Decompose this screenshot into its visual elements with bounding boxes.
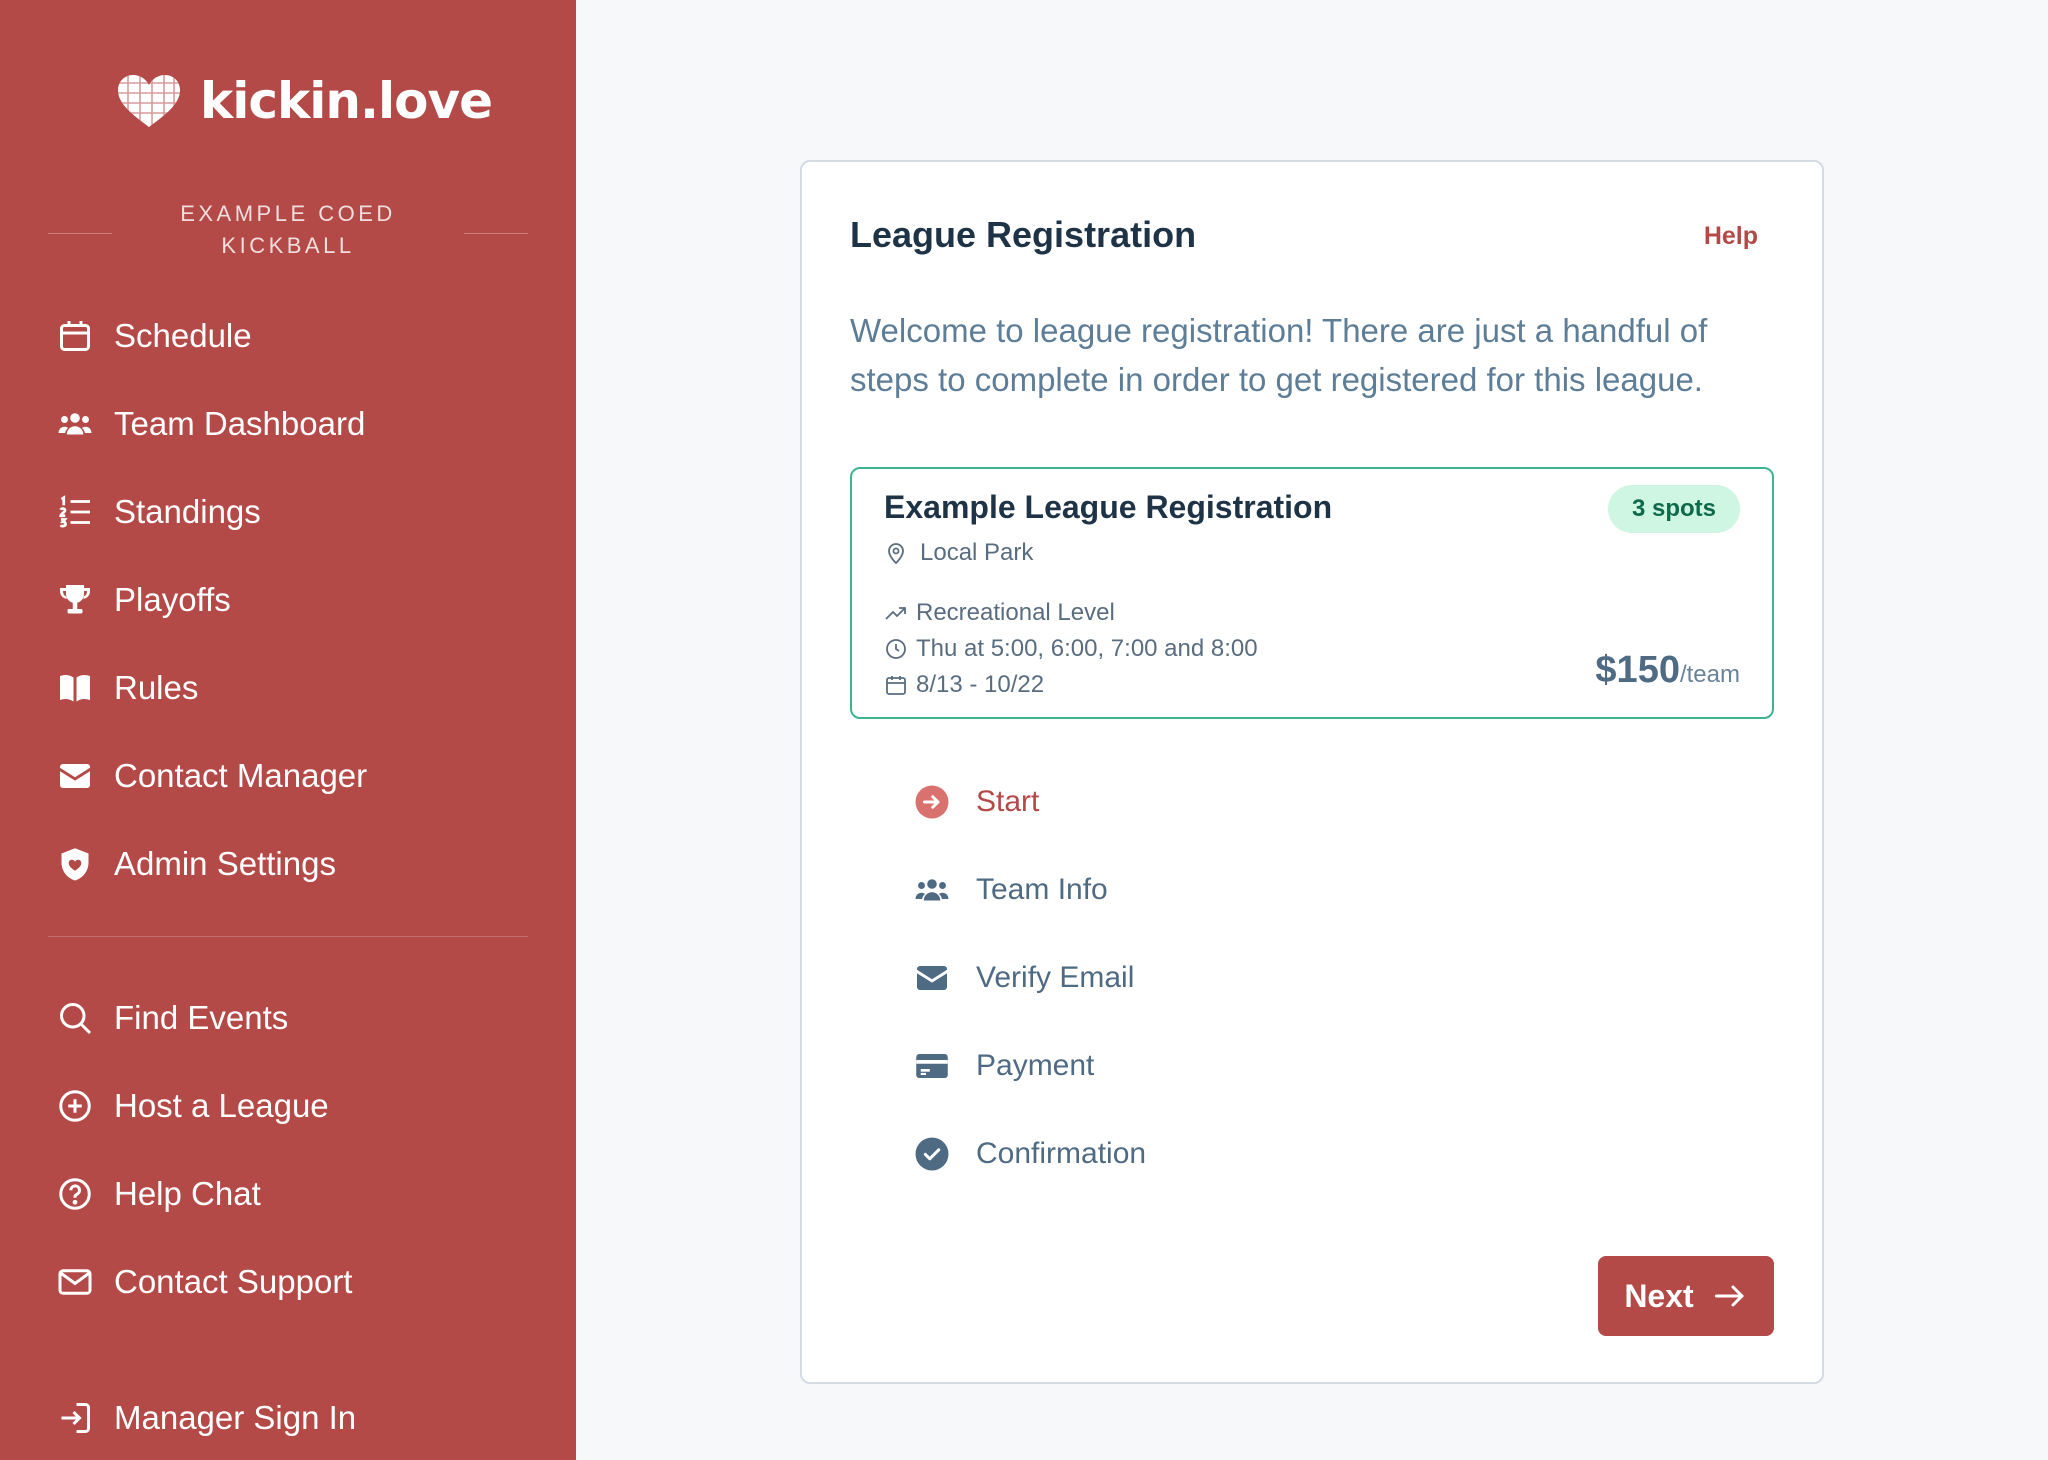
nav-label: Playoffs [114,581,231,618]
step-label: Verify Email [976,961,1135,994]
league-price: $150 /team [1595,649,1740,692]
help-link[interactable]: Help [1704,222,1758,251]
step-confirmation[interactable]: Confirmation [914,1124,1414,1184]
league-level: Recreational Level [884,599,1115,627]
league-level-text: Recreational Level [916,599,1115,626]
brand-name: kickin.love [200,72,493,130]
question-circle-icon [56,1175,94,1213]
price-unit: /team [1679,661,1740,688]
nav-item-host-a-league[interactable]: Host a League [56,1076,329,1136]
step-team-info[interactable]: Team Info [914,860,1414,920]
arrow-circle-icon [914,784,950,820]
step-label: Team Info [976,873,1108,906]
next-button[interactable]: Next [1598,1256,1774,1336]
nav-divider [48,936,528,937]
page-title: League Registration [850,214,1197,255]
nav-item-manager-sign-in[interactable]: Manager Sign In [56,1388,356,1448]
check-circle-icon [914,1136,950,1172]
nav-label: Admin Settings [114,845,336,882]
step-start[interactable]: Start [914,772,1414,832]
envelope-outline-icon [56,1263,94,1301]
trophy-icon [56,581,94,619]
nav-item-help-chat[interactable]: Help Chat [56,1164,261,1224]
calendar-icon [56,317,94,355]
nav-label: Rules [114,669,199,706]
users-icon [914,872,950,908]
book-icon [56,669,94,707]
org-divider-left [48,233,112,234]
org-divider-right [464,233,528,234]
nav-label: Contact Manager [114,757,368,794]
step-label: Payment [976,1049,1095,1082]
credit-card-icon [914,1048,950,1084]
nav-item-contact-manager[interactable]: Contact Manager [56,746,367,806]
heart-weave-icon [118,75,180,127]
org-name: Example Coed Kickball [180,201,396,258]
plus-circle-icon [56,1087,94,1125]
nav-label: Manager Sign In [114,1399,357,1436]
sidebar: kickin.love Example Coed Kickball Schedu… [0,0,576,1460]
users-icon [56,405,94,443]
nav-item-contact-support[interactable]: Contact Support [56,1252,352,1312]
step-payment[interactable]: Payment [914,1036,1414,1096]
step-verify-email[interactable]: Verify Email [914,948,1414,1008]
nav-item-team-dashboard[interactable]: Team Dashboard [56,394,365,454]
shield-heart-icon [56,845,94,883]
trending-up-icon [885,607,906,620]
nav-item-standings[interactable]: Standings [56,482,261,542]
sign-in-icon [56,1399,94,1437]
league-times: Thu at 5:00, 6:00, 7:00 and 8:00 [884,635,1258,663]
arrow-right-icon [1714,1285,1744,1307]
calendar-icon [886,676,906,695]
next-button-label: Next [1624,1277,1694,1314]
map-pin-icon [888,543,904,565]
league-summary: Example League Registration 3 spots Loca… [850,467,1774,719]
step-label: Start [976,785,1040,818]
league-times-text: Thu at 5:00, 6:00, 7:00 and 8:00 [916,635,1258,662]
org-header: Example Coed Kickball [48,198,528,268]
league-dates: 8/13 - 10/22 [884,671,1044,699]
nav-item-playoffs[interactable]: Playoffs [56,570,231,630]
spots-badge: 3 spots [1607,485,1740,533]
nav-label: Help Chat [114,1175,261,1212]
nav-label: Host a League [114,1087,329,1124]
envelope-icon [914,960,950,996]
clock-icon [886,639,906,659]
league-name: Example League Registration [884,489,1333,525]
league-location: Local Park [884,539,1033,567]
intro-text: Welcome to league registration! There ar… [850,312,1708,398]
registration-card: League Registration Help Welcome to leag… [800,160,1824,1384]
nav-label: Schedule [114,317,252,354]
nav-label: Find Events [114,999,289,1036]
nav-item-find-events[interactable]: Find Events [56,988,288,1048]
list-ordered-icon [56,493,94,531]
search-icon [56,999,94,1037]
brand-logo[interactable]: kickin.love [116,72,493,130]
price-amount: $150 [1595,649,1680,691]
nav-label: Team Dashboard [114,405,366,442]
nav-item-rules[interactable]: Rules [56,658,198,718]
nav-label: Standings [114,493,261,530]
nav-item-admin-settings[interactable]: Admin Settings [56,834,336,894]
step-label: Confirmation [976,1137,1147,1170]
nav-item-schedule[interactable]: Schedule [56,306,252,366]
nav-label: Contact Support [114,1263,353,1300]
envelope-icon [56,757,94,795]
league-dates-text: 8/13 - 10/22 [916,671,1045,698]
league-location-text: Local Park [920,539,1034,566]
